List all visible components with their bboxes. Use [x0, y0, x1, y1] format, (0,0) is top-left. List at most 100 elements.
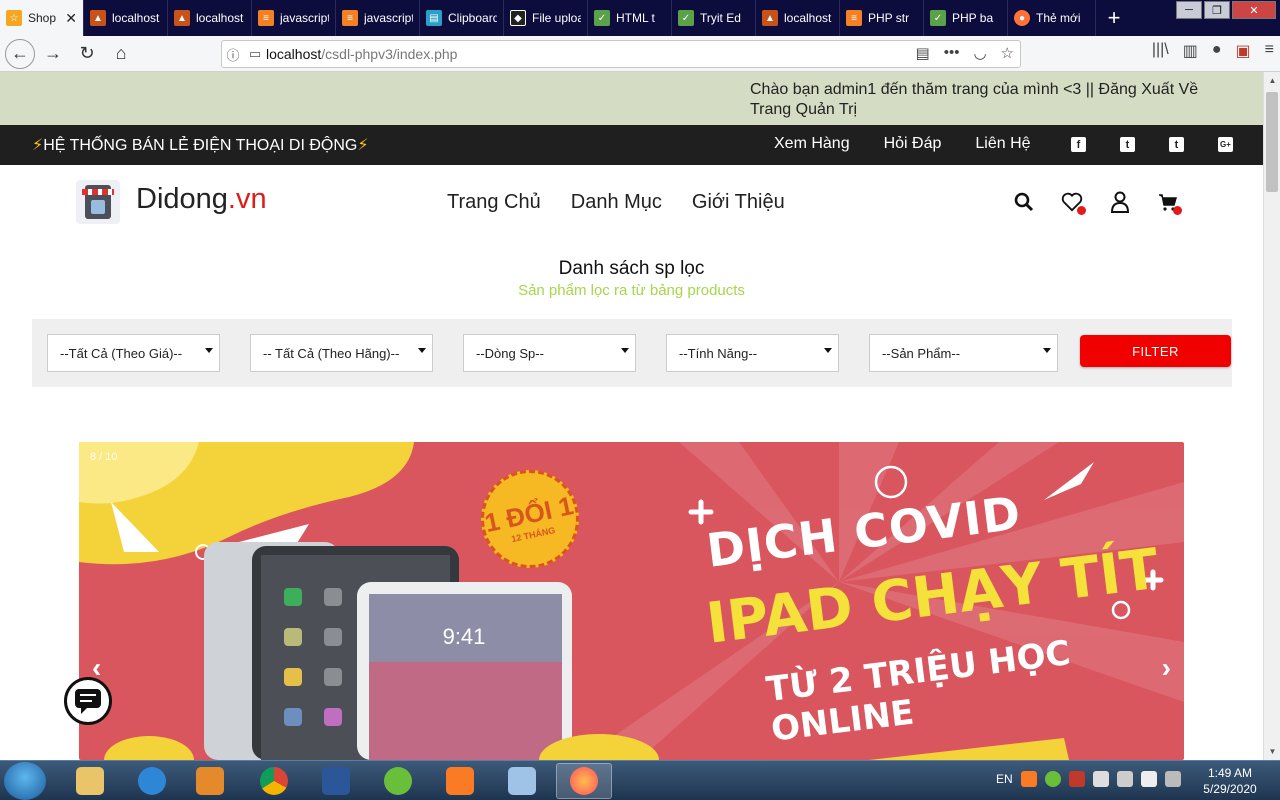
taskbar-app-green[interactable]: [370, 763, 426, 799]
tab-javascript-1[interactable]: ≡ javascript: [252, 0, 336, 36]
menu-icon[interactable]: ≡: [1265, 41, 1274, 61]
reload-button[interactable]: ↻: [71, 38, 103, 70]
clock-time: 1:49 AM: [1207, 766, 1253, 780]
w3schools-favicon-icon: ✓: [930, 10, 946, 26]
shopping-cart-icon[interactable]: [1157, 191, 1182, 215]
link-lien-he[interactable]: Liên Hệ: [975, 135, 1030, 153]
facebook-icon[interactable]: f: [1071, 137, 1086, 152]
tab-localhost-3[interactable]: ▲ localhost: [756, 0, 840, 36]
chevron-down-icon: [205, 348, 213, 353]
google-plus-icon[interactable]: G+: [1218, 137, 1233, 152]
store-logo-icon[interactable]: [76, 180, 120, 224]
top-links: Xem Hàng Hỏi Đáp Liên Hệ: [774, 135, 1031, 153]
tab-file-upload[interactable]: ◆ File upload: [504, 0, 588, 36]
info-icon[interactable]: ⓘ: [222, 45, 244, 64]
home-button[interactable]: ⌂: [105, 38, 137, 70]
wishlist-heart-icon[interactable]: [1061, 191, 1086, 215]
link-hoi-dap[interactable]: Hỏi Đáp: [884, 135, 942, 153]
feature-filter-select[interactable]: --Tính Năng--: [666, 334, 839, 372]
tab-label: Shop: [28, 11, 57, 25]
taskbar-ie[interactable]: [124, 763, 180, 799]
nav-danh-muc[interactable]: Danh Mục: [571, 191, 662, 214]
new-tab-button[interactable]: +: [1096, 0, 1132, 36]
back-button[interactable]: ←: [5, 38, 35, 69]
xampp-tray-icon[interactable]: [1020, 771, 1037, 787]
price-filter-select[interactable]: --Tất Cả (Theo Giá)--: [47, 334, 220, 372]
product-line-select[interactable]: --Dòng Sp--: [463, 334, 636, 372]
tab-localhost-2[interactable]: ▲ localhost: [168, 0, 252, 36]
scroll-thumb[interactable]: [1266, 92, 1278, 192]
taskbar-virtualbox[interactable]: [494, 763, 550, 799]
scroll-down-icon[interactable]: ▼: [1264, 743, 1280, 760]
brand-logo-text[interactable]: Didong.vn: [136, 183, 267, 216]
browser-toolbar-right: |||\ ▥ ● ▣ ≡: [1152, 41, 1274, 61]
restore-button[interactable]: ❐: [1204, 1, 1230, 19]
reader-view-icon[interactable]: ▤: [916, 44, 930, 62]
close-window-button[interactable]: ✕: [1232, 1, 1276, 19]
start-button[interactable]: [4, 762, 46, 800]
plus-tray-icon[interactable]: [1044, 771, 1061, 787]
search-icon[interactable]: [1013, 191, 1035, 213]
library-icon[interactable]: |||\: [1152, 41, 1169, 61]
cube-icon: [508, 767, 536, 795]
tab-label: Clipboard: [448, 11, 497, 25]
tab-label: HTML t: [616, 11, 655, 25]
tab-php-str[interactable]: ≡ PHP str: [840, 0, 924, 36]
xampp-favicon-icon: ▲: [90, 10, 106, 26]
brand-filter-select[interactable]: -- Tất Cả (Theo Hãng)--: [250, 334, 433, 372]
user-account-icon[interactable]: [1109, 191, 1131, 213]
taskbar-clock[interactable]: 1:49 AM 5/29/2020: [1198, 765, 1262, 797]
network-icon[interactable]: [1140, 771, 1157, 787]
sidebar-icon[interactable]: ▥: [1183, 41, 1198, 61]
address-bar[interactable]: ⓘ ▭ localhost/csdl-phpv3/index.php ▤ •••…: [221, 40, 1021, 68]
media-player-icon: [196, 767, 224, 795]
nav-trang-chu[interactable]: Trang Chủ: [447, 191, 541, 214]
tab-tryit[interactable]: ✓ Tryit Ed: [672, 0, 756, 36]
page-scrollbar[interactable]: ▲ ▼: [1263, 72, 1280, 760]
taskbar-explorer[interactable]: [62, 763, 118, 799]
tab-clipboard[interactable]: ▤ Clipboard: [420, 0, 504, 36]
taskbar-media[interactable]: [182, 763, 238, 799]
tab-localhost-1[interactable]: ▲ localhost: [84, 0, 168, 36]
twitter-icon[interactable]: t: [1120, 137, 1135, 152]
filter-button[interactable]: FILTER: [1080, 335, 1231, 367]
action-center-icon[interactable]: [1164, 771, 1181, 787]
taskbar-firefox[interactable]: [556, 763, 612, 799]
site-header: Didong.vn Trang Chủ Danh Mục Giới Thiệu: [0, 165, 1263, 241]
slide-counter: 8 / 10: [90, 451, 118, 463]
link-xem-hang[interactable]: Xem Hàng: [774, 135, 850, 153]
tumblr-icon[interactable]: t: [1169, 137, 1184, 152]
forward-button[interactable]: →: [37, 38, 69, 70]
bookmark-star-icon[interactable]: ☆: [1001, 44, 1014, 62]
banner-slider: 9:41 8 / 10 1 ĐỔI 1 12 THÁNG DỊCH COVID …: [79, 442, 1184, 760]
taskbar-xampp[interactable]: [432, 763, 488, 799]
extension-icon[interactable]: ▣: [1236, 41, 1251, 61]
pocket-icon[interactable]: ◡: [973, 44, 986, 62]
volume-icon[interactable]: [1116, 771, 1133, 787]
stackoverflow-favicon-icon: ≡: [342, 10, 358, 26]
tab-html[interactable]: ✓ HTML t: [588, 0, 672, 36]
lightning-icon: ⚡: [32, 137, 44, 154]
language-indicator[interactable]: EN: [996, 772, 1013, 786]
filter-bar: --Tất Cả (Theo Giá)-- -- Tất Cả (Theo Hã…: [32, 319, 1232, 387]
taskbar-word[interactable]: [308, 763, 364, 799]
tab-shop[interactable]: ☆ Shop ✕: [0, 0, 84, 36]
account-icon[interactable]: ●: [1212, 41, 1222, 61]
product-filter-select[interactable]: --Sản Phẩm--: [869, 334, 1058, 372]
chat-support-icon[interactable]: [64, 677, 112, 725]
tab-new[interactable]: ● Thẻ mới: [1008, 0, 1096, 36]
greeting-message[interactable]: Chào bạn admin1 đến thăm trang của mình …: [750, 80, 1210, 120]
tab-javascript-2[interactable]: ≡ javascript: [336, 0, 420, 36]
nav-gioi-thieu[interactable]: Giới Thiệu: [692, 191, 785, 214]
hardware-tray-icon[interactable]: [1092, 771, 1109, 787]
chevron-down-icon: [418, 348, 426, 353]
taskbar-chrome[interactable]: [246, 763, 302, 799]
slider-next-arrow[interactable]: ›: [1162, 652, 1171, 684]
more-actions-icon[interactable]: •••: [944, 44, 960, 62]
close-tab-icon[interactable]: ✕: [65, 10, 77, 27]
check-tray-icon[interactable]: [1068, 771, 1085, 787]
scroll-up-icon[interactable]: ▲: [1264, 72, 1280, 89]
tab-php-ba[interactable]: ✓ PHP ba: [924, 0, 1008, 36]
minimize-button[interactable]: ─: [1176, 1, 1202, 19]
shop-favicon-icon: ☆: [6, 10, 22, 26]
